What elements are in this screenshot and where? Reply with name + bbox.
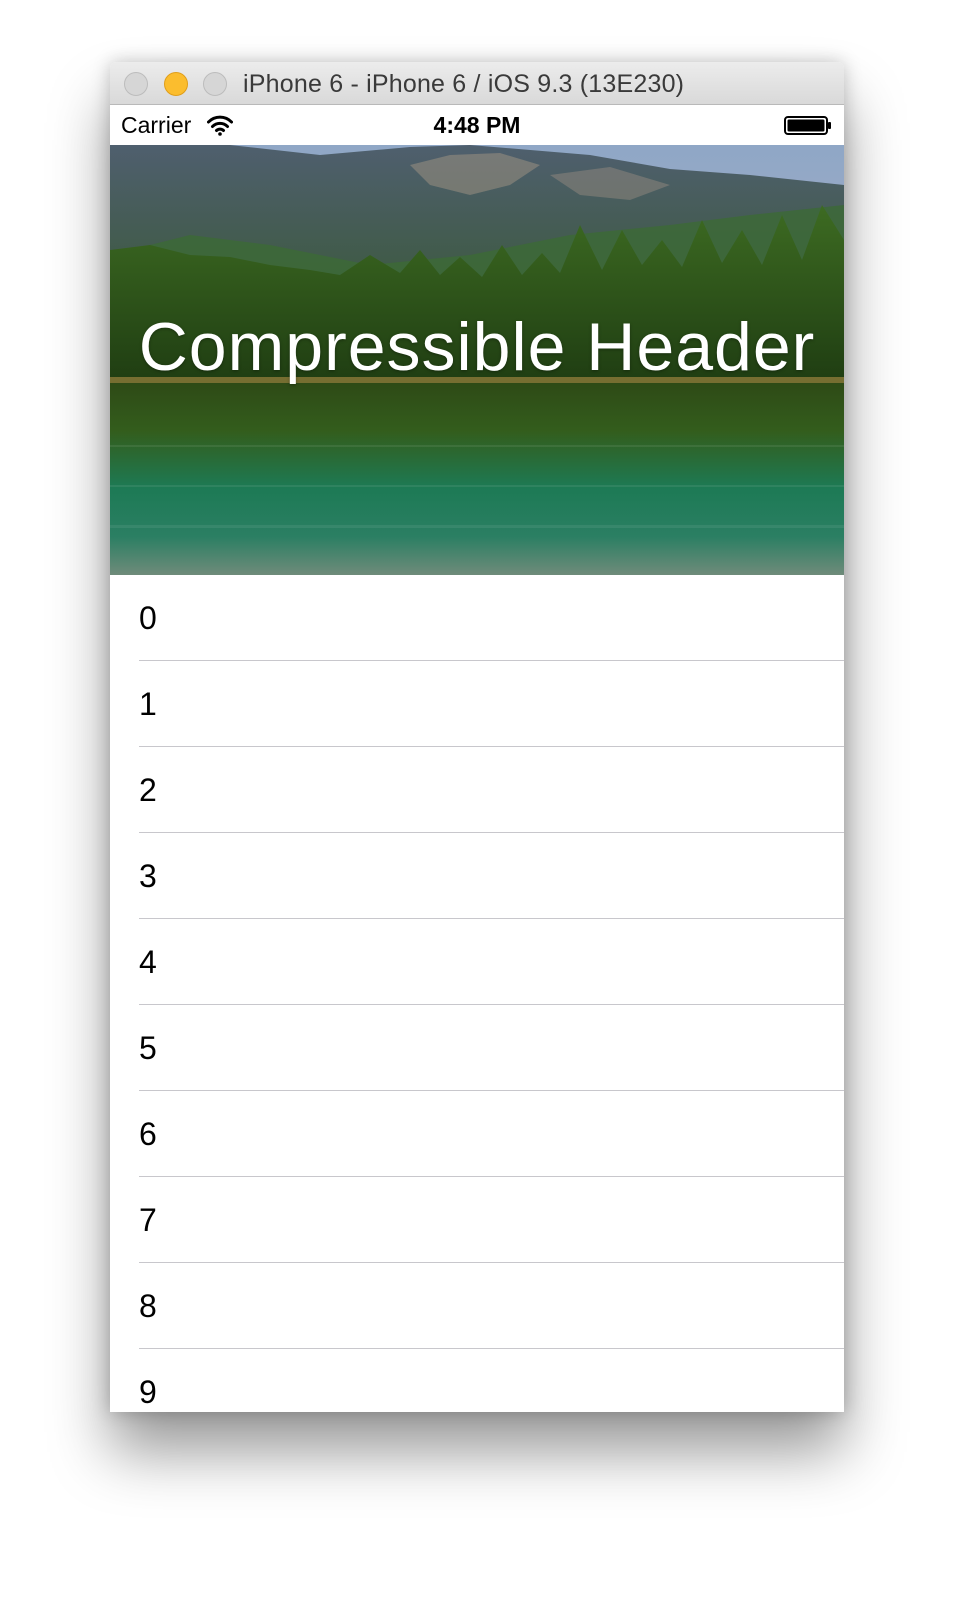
table-row[interactable]: 3 [110,833,844,919]
row-label: 5 [139,1030,157,1066]
table-row[interactable]: 1 [110,661,844,747]
row-label: 1 [139,686,157,722]
table-row[interactable]: 6 [110,1091,844,1177]
window-title: iPhone 6 - iPhone 6 / iOS 9.3 (13E230) [243,70,685,98]
row-label: 8 [139,1288,157,1324]
row-label: 3 [139,858,157,894]
table-row[interactable]: 4 [110,919,844,1005]
simulator-window: iPhone 6 - iPhone 6 / iOS 9.3 (13E230) C… [110,62,844,1412]
row-label: 9 [139,1374,157,1410]
row-label: 0 [139,600,157,636]
minimize-button[interactable] [164,72,188,96]
close-button[interactable] [124,72,148,96]
compressible-header: Compressible Header [110,145,844,575]
row-label: 7 [139,1202,157,1238]
zoom-button[interactable] [203,72,227,96]
table-row[interactable]: 9 [110,1349,844,1412]
header-title: Compressible Header [138,309,816,385]
desktop: iPhone 6 - iPhone 6 / iOS 9.3 (13E230) C… [0,0,974,1602]
table-view[interactable]: 0 1 2 3 4 5 6 7 8 9 [110,575,844,1412]
row-label: 2 [139,772,157,808]
table-row[interactable]: 8 [110,1263,844,1349]
window-titlebar[interactable]: iPhone 6 - iPhone 6 / iOS 9.3 (13E230) [110,62,844,105]
table-row[interactable]: 0 [110,575,844,661]
table-row[interactable]: 5 [110,1005,844,1091]
row-label: 4 [139,944,157,980]
battery-icon [784,116,831,135]
table-row[interactable]: 2 [110,747,844,833]
status-time: 4:48 PM [433,112,521,138]
table-row[interactable]: 7 [110,1177,844,1263]
status-bar: Carrier 4:48 PM [110,105,844,145]
row-label: 6 [139,1116,157,1152]
